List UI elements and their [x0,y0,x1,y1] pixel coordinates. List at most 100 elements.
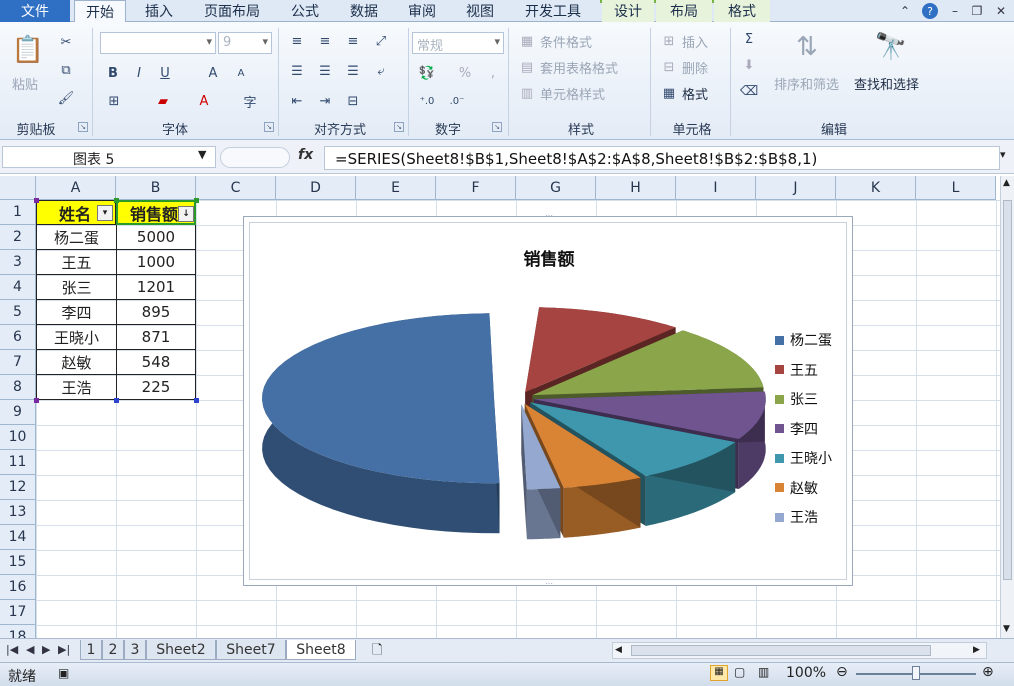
cell-sales[interactable]: 548 [116,350,196,375]
sheet-tab-sheet7[interactable]: Sheet7 [216,640,286,660]
conditional-format-icon[interactable]: ▦ [518,32,536,50]
range-selection-handle[interactable] [34,398,39,403]
cell-name[interactable]: 王浩 [36,375,116,400]
number-format-combo[interactable]: 常规 [412,32,504,54]
format-cells-button[interactable]: 格式 [682,84,708,103]
column-header-b[interactable]: B [116,176,196,200]
horizontal-scrollbar[interactable]: ◀ ▶ [612,642,987,659]
tab-review[interactable]: 审阅 [394,0,450,22]
fill-icon[interactable]: ⬇ [740,56,758,74]
cell-name[interactable]: 李四 [36,300,116,325]
tab-view[interactable]: 视图 [452,0,508,22]
row-header-2[interactable]: 2 [0,225,36,250]
increase-indent-icon[interactable]: ⇥ [316,92,334,110]
minimize-ribbon-icon[interactable]: ⌃ [896,2,914,20]
sort-filter-button[interactable]: 排序和筛选 [774,74,839,93]
sort-filter-icon[interactable]: ⇅ [790,30,824,64]
row-header-1[interactable]: 1 [0,200,36,225]
help-icon[interactable]: ? [922,3,938,19]
cell-name[interactable]: 赵敏 [36,350,116,375]
insert-cells-icon[interactable]: ⊞ [660,32,678,50]
column-header-g[interactable]: G [516,176,596,200]
tab-page-layout[interactable]: 页面布局 [192,0,272,22]
column-header-a[interactable]: A [36,176,116,200]
chart-area[interactable]: 销售额 杨二蛋 王五 张三 李四 王晓小 赵敏 王浩 [249,222,847,580]
clipboard-launcher-icon[interactable]: ↘ [78,122,88,132]
font-launcher-icon[interactable]: ↘ [264,122,274,132]
tab-chart-design[interactable]: 设计 [602,0,654,22]
column-header-f[interactable]: F [436,176,516,200]
range-selection-handle[interactable] [114,398,119,403]
insert-cells-button[interactable]: 插入 [682,32,708,51]
page-layout-view-icon[interactable]: ▢ [734,665,745,679]
tab-chart-layout[interactable]: 布局 [656,0,712,22]
zoom-in-icon[interactable]: ⊕ [982,664,994,680]
select-all-corner[interactable] [0,176,36,200]
sheet-tab-sheet2[interactable]: Sheet2 [146,640,216,660]
column-header-i[interactable]: I [676,176,756,200]
column-header-e[interactable]: E [356,176,436,200]
format-painter-icon[interactable]: 🖌 [58,90,75,106]
column-header-j[interactable]: J [756,176,836,200]
column-header-h[interactable]: H [596,176,676,200]
cell-sales[interactable]: 225 [116,375,196,400]
align-top-icon[interactable]: ≡ [288,32,306,50]
window-restore-icon[interactable]: ❐ [968,2,986,20]
first-sheet-icon[interactable]: |◀ [6,643,18,656]
clear-icon[interactable]: ⌫ [740,82,758,100]
scroll-down-icon[interactable]: ▼ [1003,624,1010,634]
chart-resize-handle[interactable]: ⋯ [542,580,556,588]
sheet-tab-3[interactable]: 3 [124,640,146,660]
cell-sales[interactable]: 5000 [116,225,196,250]
name-box[interactable]: 图表 5 [2,146,216,168]
align-right-icon[interactable]: ☰ [344,62,362,80]
legend-item[interactable]: 张三 [775,390,818,408]
align-bottom-icon[interactable]: ≡ [344,32,362,50]
tab-chart-format[interactable]: 格式 [714,0,770,22]
range-selection-handle[interactable] [194,198,199,203]
column-header-d[interactable]: D [276,176,356,200]
grow-font-icon[interactable]: A [204,64,222,82]
row-header-13[interactable]: 13 [0,500,36,525]
row-header-6[interactable]: 6 [0,325,36,350]
page-break-view-icon[interactable]: ▥ [758,665,769,679]
row-header-4[interactable]: 4 [0,275,36,300]
scroll-right-icon[interactable]: ▶ [973,645,980,655]
sheet-tab-1[interactable]: 1 [80,640,102,660]
vertical-scrollbar[interactable]: ▲ ▼ [1000,176,1014,638]
percent-button[interactable]: % [456,64,474,82]
cell-name[interactable]: 王五 [36,250,116,275]
worksheet-grid[interactable]: ABCDEFGHIJKL 1 2 3 4 5 6 7 8 9 10 11 12 13 14 15 16 17 18… [0,176,1000,638]
macro-record-icon[interactable]: ▣ [58,666,69,680]
horizontal-scroll-thumb[interactable] [631,645,931,656]
row-header-16[interactable]: 16 [0,575,36,600]
expand-formula-bar-icon[interactable]: ▾ [1000,148,1006,161]
bold-button[interactable]: B [104,64,122,82]
scroll-left-icon[interactable]: ◀ [615,645,622,655]
insert-sheet-icon[interactable]: 🗋 [372,641,382,663]
autosum-button[interactable]: Σ [740,30,758,48]
find-select-button[interactable]: 查找和选择 [854,74,919,93]
border-icon[interactable]: ⊞ [104,92,124,110]
number-launcher-icon[interactable]: ↘ [492,122,502,132]
find-select-icon[interactable]: 🔭 [874,30,908,64]
legend-item[interactable]: 赵敏 [775,479,818,497]
merge-center-icon[interactable]: ⊟ [344,92,362,110]
cell-name[interactable]: 杨二蛋 [36,225,116,250]
cell-sales[interactable]: 871 [116,325,196,350]
copy-icon[interactable]: ⧉ [58,62,74,78]
file-tab[interactable]: 文件 [0,0,70,22]
font-color-icon[interactable]: A [192,92,216,110]
tab-formulas[interactable]: 公式 [276,0,334,22]
decrease-indent-icon[interactable]: ⇤ [288,92,306,110]
pie-plot-area[interactable] [250,223,848,581]
row-header-8[interactable]: 8 [0,375,36,400]
currency-icon[interactable]: 💱 [416,64,438,82]
window-minimize-icon[interactable]: – [946,2,964,20]
delete-cells-icon[interactable]: ⊟ [660,58,678,76]
row-header-17[interactable]: 17 [0,600,36,625]
legend-item[interactable]: 王浩 [775,508,818,526]
row-header-12[interactable]: 12 [0,475,36,500]
cell-styles-icon[interactable]: ▥ [518,84,536,102]
scroll-up-icon[interactable]: ▲ [1003,178,1010,188]
